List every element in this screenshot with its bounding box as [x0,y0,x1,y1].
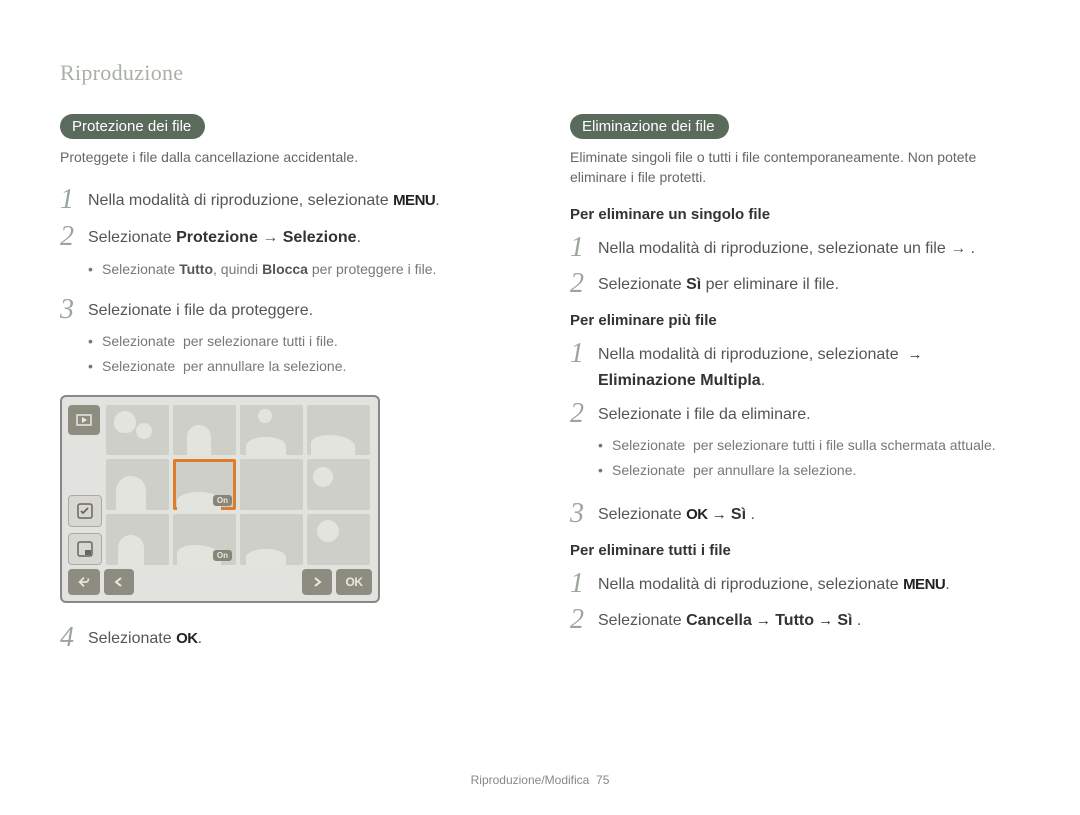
all-step-1: 1 Nella modalità di riproduzione, selezi… [570,569,1020,600]
bullet: Selezionate per selezionare tutti i file… [598,435,1020,460]
thumbnail [106,405,169,456]
step-2: 2 Selezionate Protezione → Selezione. [60,222,510,253]
page-title: Riproduzione [60,60,1020,86]
section-badge-delete: Eliminazione dei file [570,114,729,139]
bullet: Selezionate per selezionare tutti i file… [88,331,510,356]
multi-step-1: 1 Nella modalità di riproduzione, selezi… [570,339,1020,392]
thumbnail [106,514,169,565]
play-mode-icon [68,405,100,435]
step-1: 1 Nella modalità di riproduzione, selezi… [60,185,510,216]
section-desc-protect: Proteggete i file dalla cancellazione ac… [60,147,510,167]
bullet: Selezionate per annullare la selezione. [88,356,510,381]
thumbnail [240,514,303,565]
back-button [68,569,100,595]
menu-icon: MENU [903,576,945,593]
step-3-bullets: Selezionate per selezionare tutti i file… [88,331,510,380]
ok-icon: OK [686,506,708,523]
step-number: 1 [60,185,88,216]
lcd-screenshot: On On OK [60,395,380,603]
single-step-2: 2 Selezionate Sì per eliminare il file. [570,269,1020,300]
thumbnail [307,405,370,456]
next-button [302,569,332,595]
step-number: 2 [60,222,88,253]
thumbnail [173,405,236,456]
multi-step-2: 2 Selezionate i file da eliminare. [570,399,1020,430]
thumbnail [240,405,303,456]
step-text: Nella modalità di riproduzione, selezion… [88,192,393,209]
multi-step-3: 3 Selezionate OK → Sì . [570,499,1020,530]
sub-heading-multi: Per eliminare più file [570,312,1020,329]
multi-step-2-bullets: Selezionate per selezionare tutti i file… [598,435,1020,484]
section-desc-delete: Eliminate singoli file o tutti i file co… [570,147,1020,188]
thumbnail [307,514,370,565]
ok-icon: OK [176,630,198,647]
prev-button [104,569,134,595]
thumbnail: On [173,514,236,565]
step-4: 4 Selezionate OK. [60,623,510,654]
left-column: Protezione dei file Proteggete i file da… [60,114,510,660]
step-number: 3 [60,295,88,326]
sub-heading-all: Per eliminare tutti i file [570,542,1020,559]
thumbnail [106,459,169,510]
step-number: 4 [60,623,88,654]
section-badge-protect: Protezione dei file [60,114,205,139]
bullet: Selezionate Tutto, quindi Blocca per pro… [88,259,510,281]
menu-icon: MENU [393,192,435,209]
on-badge: On [213,550,232,561]
right-column: Eliminazione dei file Eliminate singoli … [570,114,1020,660]
all-step-2: 2 Selezionate Cancella → Tutto → Sì . [570,605,1020,636]
page-footer: Riproduzione/Modifica 75 [0,773,1080,787]
thumbnail [307,459,370,510]
deselect-all-button [68,533,102,565]
on-badge: On [213,495,232,506]
bullet: Selezionate per annullare la selezione. [598,460,1020,485]
ok-button: OK [336,569,372,595]
thumbnail-selected: On [173,459,236,510]
step-2-bullets: Selezionate Tutto, quindi Blocca per pro… [88,259,510,281]
step-3: 3 Selezionate i file da proteggere. [60,295,510,326]
sub-heading-single: Per eliminare un singolo file [570,206,1020,223]
thumbnail [240,459,303,510]
single-step-1: 1 Nella modalità di riproduzione, selezi… [570,233,1020,264]
select-all-button [68,495,102,527]
